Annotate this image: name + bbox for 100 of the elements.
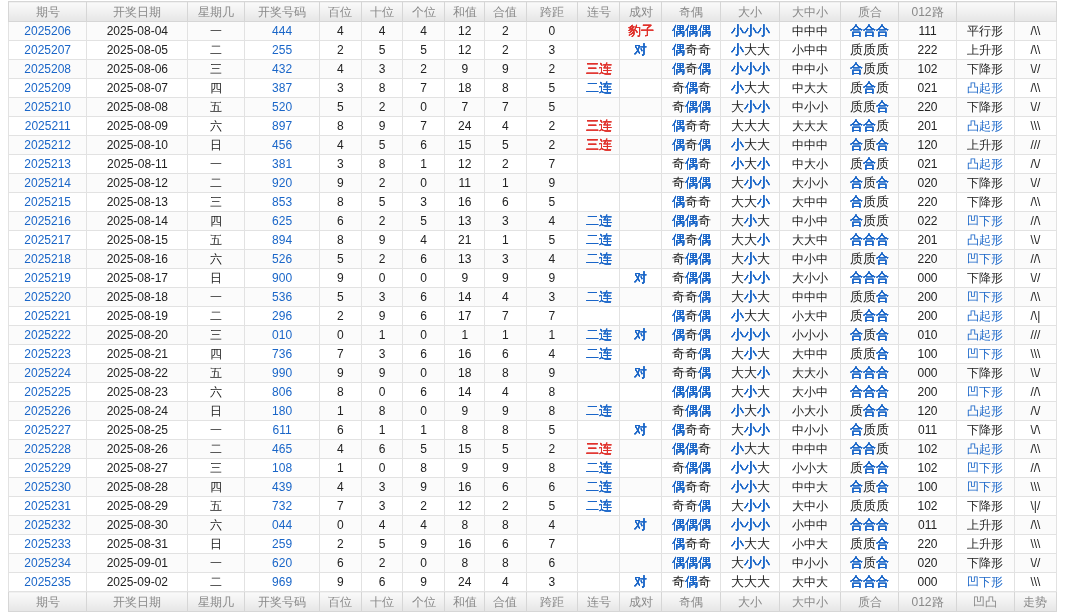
issue-link[interactable]: 2025212: [8, 135, 87, 155]
category-char: 质: [850, 80, 864, 97]
category-char: 小: [743, 346, 757, 363]
category-char: 偶: [684, 384, 698, 401]
issue-link[interactable]: 2025223: [8, 344, 87, 364]
issue-link[interactable]: 2025228: [8, 439, 87, 459]
table-cell: 8: [444, 420, 485, 440]
category-char: 偶: [671, 137, 685, 154]
issue-link[interactable]: 2025220: [8, 287, 87, 307]
category-char: 大: [743, 42, 757, 59]
category-char: 偶: [684, 574, 698, 591]
category-char: 偶: [697, 289, 711, 306]
category-char: 偶: [671, 194, 685, 211]
table-cell: 凹下形: [956, 344, 1015, 364]
category-char: 偶: [671, 517, 685, 534]
issue-link[interactable]: 2025230: [8, 477, 87, 497]
table-cell: 上升形: [956, 40, 1015, 60]
issue-link[interactable]: 2025224: [8, 363, 87, 383]
category-char: 质: [863, 479, 877, 496]
draw-number: 255: [244, 40, 320, 60]
issue-link[interactable]: 2025229: [8, 458, 87, 478]
table-cell: 1: [484, 230, 526, 250]
category-char: 合: [876, 327, 890, 344]
table-cell: 大大中: [779, 230, 841, 250]
issue-link[interactable]: 2025225: [8, 382, 87, 402]
issue-link[interactable]: 2025221: [8, 306, 87, 326]
category-char: 合: [876, 460, 890, 477]
issue-link[interactable]: 2025231: [8, 496, 87, 516]
table-cell: 凹下形: [956, 382, 1015, 402]
category-char: 偶: [671, 384, 685, 401]
table-cell: 7: [319, 344, 362, 364]
category-char: 奇: [684, 346, 698, 363]
table-cell: 2: [319, 306, 362, 326]
category-char: 小: [743, 517, 757, 534]
issue-link[interactable]: 2025222: [8, 325, 87, 345]
table-cell: 18: [444, 78, 485, 98]
table-cell: 2025-08-23: [86, 382, 188, 402]
category-char: 合: [850, 118, 864, 135]
issue-link[interactable]: 2025207: [8, 40, 87, 60]
table-cell: \\\: [1014, 116, 1057, 136]
category-char: 大: [730, 498, 744, 515]
category-char: 奇: [671, 289, 685, 306]
category-char: 偶: [697, 175, 711, 192]
issue-link[interactable]: 2025227: [8, 420, 87, 440]
issue-link[interactable]: 2025214: [8, 173, 87, 193]
table-cell: 对: [634, 271, 648, 285]
issue-link[interactable]: 2025213: [8, 154, 87, 174]
issue-link[interactable]: 2025226: [8, 401, 87, 421]
issue-link[interactable]: 2025206: [8, 21, 87, 41]
category-char: 偶: [697, 270, 711, 287]
category-char: 合: [850, 574, 864, 591]
issue-link[interactable]: 2025232: [8, 515, 87, 535]
issue-link[interactable]: 2025211: [8, 116, 87, 136]
table-cell: 1: [319, 458, 362, 478]
table-cell: 大小中: [779, 382, 841, 402]
issue-link[interactable]: 2025210: [8, 97, 87, 117]
table-cell: 六: [187, 116, 245, 136]
table-cell: 4: [484, 572, 526, 592]
issue-link[interactable]: 2025217: [8, 230, 87, 250]
category-char: 大: [756, 251, 770, 268]
category-char: 质: [850, 251, 864, 268]
table-cell: 9: [361, 116, 403, 136]
table-cell: 1: [402, 420, 445, 440]
issue-link[interactable]: 2025233: [8, 534, 87, 554]
category-char: 大: [743, 574, 757, 591]
draw-number: 259: [244, 534, 320, 554]
category-char: 奇: [671, 498, 685, 515]
category-char: 质: [863, 289, 877, 306]
table-cell: 凸起形: [956, 116, 1015, 136]
issue-link[interactable]: 2025216: [8, 211, 87, 231]
category-char: 合: [863, 517, 877, 534]
issue-link[interactable]: 2025219: [8, 268, 87, 288]
table-cell: 5: [361, 534, 403, 554]
column-header: 质合: [840, 1, 899, 22]
issue-link[interactable]: 2025235: [8, 572, 87, 592]
column-header: 大小: [720, 1, 780, 22]
category-char: 偶: [697, 498, 711, 515]
category-char: 合: [850, 194, 864, 211]
issue-link[interactable]: 2025215: [8, 192, 87, 212]
table-cell: 豹子: [627, 24, 654, 38]
category-char: 合: [850, 175, 864, 192]
category-char: 质: [850, 99, 864, 116]
category-char: 大: [730, 99, 744, 116]
category-char: 合: [876, 99, 890, 116]
category-char: 质: [876, 498, 890, 515]
issue-link[interactable]: 2025209: [8, 78, 87, 98]
category-char: 质: [850, 289, 864, 306]
table-cell: 5: [402, 40, 445, 60]
category-char: 奇: [697, 536, 711, 553]
table-cell: 下降形: [956, 420, 1015, 440]
issue-link[interactable]: 2025218: [8, 249, 87, 269]
issue-link[interactable]: 2025208: [8, 59, 87, 79]
issue-link[interactable]: 2025234: [8, 553, 87, 573]
table-cell: 小小大: [779, 458, 841, 478]
table-cell: 小中大: [779, 534, 841, 554]
table-cell: 2025-08-11: [86, 154, 188, 174]
category-char: 偶: [671, 213, 685, 230]
category-char: 大: [730, 213, 744, 230]
table-cell: 日: [187, 268, 245, 288]
table-cell: 下降形: [956, 496, 1015, 516]
